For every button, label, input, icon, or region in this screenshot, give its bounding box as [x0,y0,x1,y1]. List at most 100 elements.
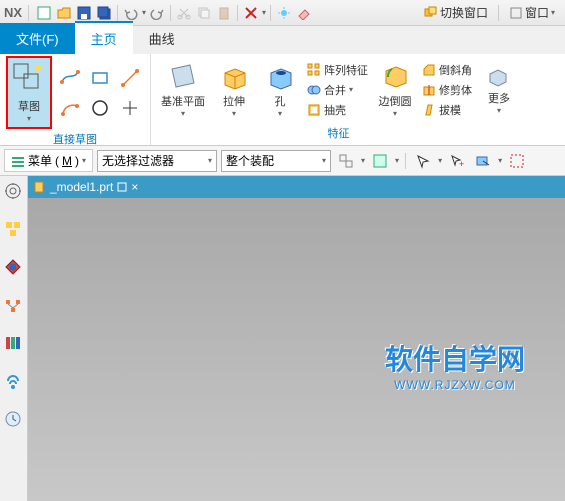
datum-plane-label: 基准平面 [161,93,205,109]
tb-cursor-icon[interactable] [412,150,434,172]
eraser-icon[interactable] [295,4,313,22]
document-name: _model1.prt [50,180,113,194]
copy-icon[interactable] [195,4,213,22]
watermark: 软件自学网 WWW.RJZXW.COM [385,338,525,392]
graphics-canvas[interactable]: 软件自学网 WWW.RJZXW.COM [28,198,565,501]
sketch-icon [12,62,46,96]
delete-icon[interactable] [242,4,260,22]
redo-icon[interactable] [148,4,166,22]
hole-button[interactable]: 孔▾ [259,59,301,120]
extrude-icon [219,61,249,91]
save-all-icon[interactable] [95,4,113,22]
internet-icon[interactable] [4,372,24,392]
hole-icon [265,61,295,91]
shell-button[interactable]: 抽壳 [305,101,370,119]
draft-icon [422,103,436,117]
unite-button[interactable]: 合并▾ [305,81,370,99]
document-tab-bar: _model1.prt × [28,176,565,198]
pattern-icon [307,63,321,77]
app-logo: NX [0,5,26,20]
edge-blend-button[interactable]: 边倒圆▾ [374,59,416,120]
rectangle-icon[interactable] [86,64,114,92]
sketch-group-label: 直接草图 [6,129,144,149]
ribbon: 草图 ▾ 直接草图 基准平面▾ 拉伸▾ [0,54,565,146]
undo-dropdown-icon[interactable]: ▾ [142,8,146,17]
tb-highlight-dropdown[interactable]: ▾ [395,156,399,165]
datum-plane-button[interactable]: 基准平面▾ [157,59,209,120]
save-icon[interactable] [75,4,93,22]
assembly-scope-value: 整个装配 [226,152,274,169]
ribbon-group-base: 基准平面▾ 拉伸▾ 孔▾ 阵列特征 合并▾ 抽壳 边倒圆▾ 倒斜角 [151,54,526,145]
document-tab[interactable]: _model1.prt × [34,180,138,194]
window-button[interactable]: 窗口 ▾ [505,4,559,21]
open-icon[interactable] [55,4,73,22]
reuse-library-icon[interactable] [4,334,24,354]
tab-home[interactable]: 主页 [75,21,133,54]
selection-filter-value: 无选择过滤器 [102,152,174,169]
new-icon[interactable] [35,4,53,22]
window-label: 窗口 [525,4,549,21]
tb-highlight-icon[interactable] [369,150,391,172]
tb-pick-icon[interactable] [335,150,357,172]
tb-rect-select-icon[interactable] [506,150,528,172]
cut-icon[interactable] [175,4,193,22]
circle-icon[interactable] [86,94,114,122]
sketch-tools-grid [56,64,144,122]
tab-file[interactable]: 文件(F) [0,23,75,54]
delete-dropdown-icon[interactable]: ▾ [262,8,266,17]
ribbon-group-sketch: 草图 ▾ 直接草图 [0,54,151,145]
paste-icon[interactable] [215,4,233,22]
feature-column-1: 阵列特征 合并▾ 抽壳 [305,61,370,119]
edge-blend-icon [380,61,410,91]
history-icon[interactable] [4,410,24,430]
tb-add-pick-icon[interactable]: + [446,150,468,172]
assembly-navigator-icon[interactable] [4,258,24,278]
trim-body-button[interactable]: 修剪体 [420,81,474,99]
switch-window-button[interactable]: 切换窗口 [420,4,492,21]
undo-icon[interactable] [122,4,140,22]
unite-icon [307,83,321,97]
tb-cursor-dropdown[interactable]: ▾ [438,156,442,165]
hole-label: 孔 [275,93,286,109]
menu-button[interactable]: 菜单(M)▾ [4,149,93,172]
assembly-scope-combo[interactable]: 整个装配▾ [221,150,331,172]
switch-window-icon [424,6,438,20]
watermark-url: WWW.RJZXW.COM [385,378,525,392]
constraint-navigator-icon[interactable] [4,296,24,316]
work-area: _model1.prt × 软件自学网 WWW.RJZXW.COM [0,176,565,501]
feature-group-label: 特征 [157,123,520,143]
extrude-button[interactable]: 拉伸▾ [213,59,255,120]
more-icon [484,64,514,88]
watermark-title: 软件自学网 [385,338,525,378]
tb-pick-dropdown[interactable]: ▾ [361,156,365,165]
line-icon[interactable] [116,64,144,92]
more-label: 更多 [488,90,510,106]
arc-icon[interactable] [56,94,84,122]
shell-icon [307,103,321,117]
chamfer-button[interactable]: 倒斜角 [420,61,474,79]
profile-icon[interactable] [56,64,84,92]
window-icon [509,6,523,20]
settings-icon[interactable] [4,182,24,202]
selection-filter-combo[interactable]: 无选择过滤器▾ [97,150,217,172]
pattern-feature-button[interactable]: 阵列特征 [305,61,370,79]
quick-access-toolbar: ▾ ▾ [31,4,317,22]
close-tab-icon[interactable]: × [131,180,138,194]
extrude-label: 拉伸 [223,93,245,109]
trim-body-icon [422,83,436,97]
sketch-label: 草图 [18,98,40,114]
more-button[interactable]: 更多▾ [478,62,520,117]
draft-button[interactable]: 拔模 [420,101,474,119]
menu-icon [11,154,25,168]
chamfer-icon [422,63,436,77]
touch-icon[interactable] [275,4,293,22]
doc-modified-icon [117,182,127,192]
sketch-button[interactable]: 草图 ▾ [6,56,52,129]
tb-body-pick-icon[interactable] [472,150,494,172]
point-icon[interactable] [116,94,144,122]
part-navigator-icon[interactable] [4,220,24,240]
feature-column-2: 倒斜角 修剪体 拔模 [420,61,474,119]
document-icon [34,181,46,193]
tb-body-dropdown[interactable]: ▾ [498,156,502,165]
tab-curve[interactable]: 曲线 [133,23,191,54]
